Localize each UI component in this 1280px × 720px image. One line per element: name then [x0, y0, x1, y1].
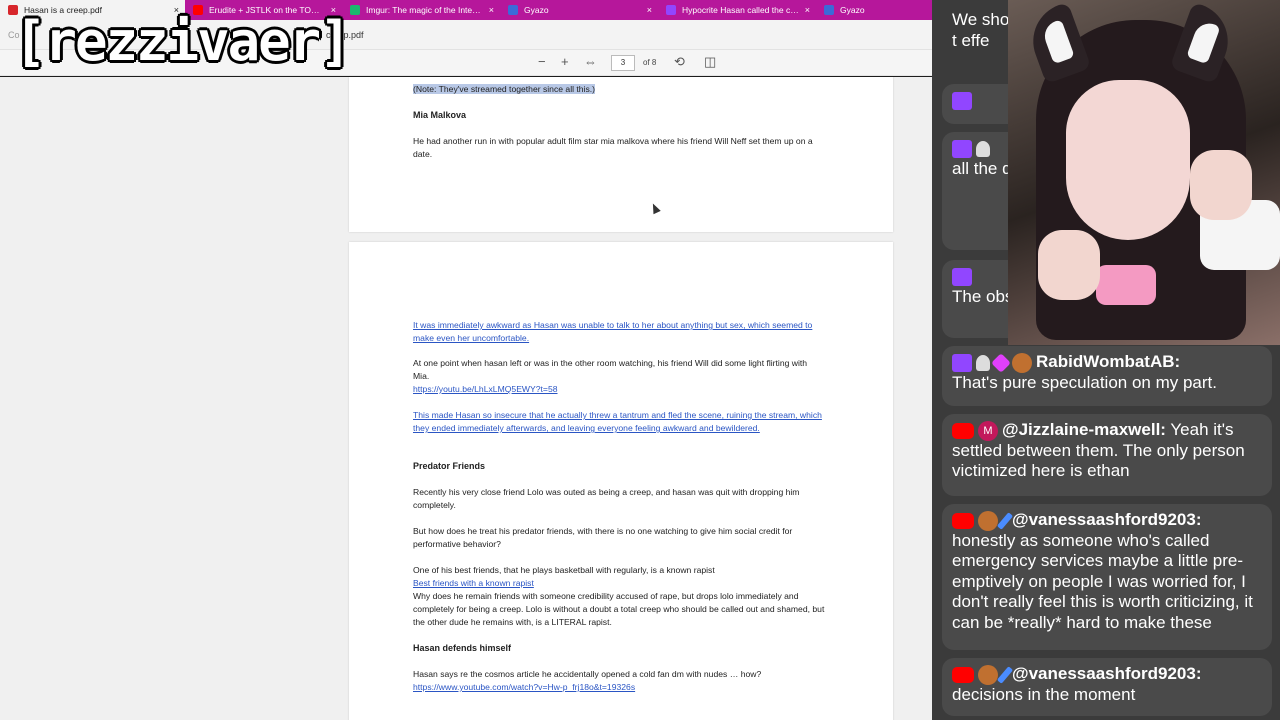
fit-page-button[interactable]: ⇔ — [584, 55, 597, 69]
zoom-out-button[interactable]: − — [538, 55, 546, 69]
youtube-icon — [952, 512, 974, 529]
close-icon[interactable]: × — [805, 5, 810, 15]
avatar — [978, 664, 998, 685]
chat-text: That's pure speculation on my part. — [952, 372, 1217, 392]
paragraph: But how does he treat his predator frien… — [413, 526, 793, 549]
webcam-hand — [1038, 230, 1100, 300]
twitch-icon — [666, 5, 676, 15]
chat-username: RabidWombatAB: — [1036, 352, 1181, 371]
tab-label: Imgur: The magic of the Internet — [366, 5, 483, 15]
webcam-face — [1066, 80, 1190, 240]
section-heading: Hasan defends himself — [413, 643, 512, 653]
pdf-url-link[interactable]: https://youtu.be/LhLxLMQ5EWY?t=58 — [413, 383, 825, 396]
close-icon[interactable]: × — [489, 5, 494, 15]
chat-username: @vanessaashford9203: — [1012, 510, 1202, 529]
wrench-icon — [996, 665, 1014, 684]
imgur-icon — [350, 5, 360, 15]
person-icon — [976, 140, 990, 157]
pdf-viewer[interactable]: (Note: They've streamed together since a… — [0, 77, 932, 720]
paragraph: Why does he remain friends with someone … — [413, 591, 825, 627]
chat-message: @vanessaashford9203: honestly as someone… — [942, 504, 1272, 650]
pdf-page: It was immediately awkward as Hasan was … — [349, 242, 893, 720]
paragraph: One of his best friends, that he plays b… — [413, 565, 715, 575]
avatar: M — [978, 420, 998, 441]
pdf-link[interactable]: It was immediately awkward as Hasan was … — [413, 319, 825, 345]
tab-hypocrite-hasan[interactable]: Hypocrite Hasan called the cops × — [658, 0, 816, 20]
note-line: (Note: They've streamed together since a… — [413, 83, 825, 96]
bow-icon — [1096, 265, 1156, 305]
wrench-icon — [996, 511, 1014, 530]
chat-message: M @Jizzlaine-maxwell: Yeah it's settled b… — [942, 414, 1272, 496]
page-number-input[interactable]: 3 — [611, 55, 635, 71]
youtube-icon — [952, 666, 974, 683]
chat-message: @vanessaashford9203: decisions in the mo… — [942, 658, 1272, 716]
avatar — [1012, 352, 1032, 373]
tab-label: Gyazo — [840, 5, 865, 15]
paragraph: Recently his very close friend Lolo was … — [413, 487, 800, 510]
tab-gyazo-2[interactable]: Gyazo — [816, 0, 932, 20]
section-heading: Mia Malkova — [413, 110, 467, 120]
paragraph: At one point when hasan left or was in t… — [413, 358, 808, 381]
pdf-url-link[interactable]: https://www.youtube.com/watch?v=Hw-p_frj… — [413, 681, 825, 694]
pdf-link[interactable]: Best friends with a known rapist — [413, 577, 825, 590]
tab-gyazo-1[interactable]: Gyazo × — [500, 0, 658, 20]
zoom-in-button[interactable]: + — [561, 55, 569, 69]
page-view-button[interactable]: ◫ — [704, 55, 716, 69]
chat-text: decisions in the moment — [952, 684, 1136, 704]
person-icon — [976, 354, 990, 371]
chat-text: honestly as someone who's called emergen… — [952, 530, 1253, 632]
tab-label: Hypocrite Hasan called the cops — [682, 5, 799, 15]
gyazo-icon — [824, 5, 834, 15]
highlighted-text: (Note: They've streamed together since a… — [413, 84, 596, 94]
screen: Hasan is a creep.pdf × Erudite + JSTLK o… — [0, 0, 1280, 720]
close-icon[interactable]: × — [647, 5, 652, 15]
channel-name-overlay: [rezzivaer] — [14, 10, 352, 73]
twitch-icon — [952, 267, 972, 286]
chat-username: @Jizzlaine-maxwell: — [1002, 420, 1166, 439]
avatar — [978, 510, 998, 531]
rotate-button[interactable]: ⟲ — [674, 55, 685, 69]
chat-message: RabidWombatAB: That's pure speculation o… — [942, 346, 1272, 406]
webcam-feed — [1008, 0, 1280, 345]
twitch-icon — [952, 353, 972, 372]
tab-label: Gyazo — [524, 5, 549, 15]
twitch-icon — [952, 91, 972, 110]
page-count: of 8 — [643, 58, 657, 67]
pdf-page: (Note: They've streamed together since a… — [349, 77, 893, 232]
twitch-icon — [952, 139, 972, 158]
chat-username: @vanessaashford9203: — [1012, 664, 1202, 683]
section-heading: Predator Friends — [413, 461, 486, 471]
youtube-icon — [952, 422, 974, 439]
pdf-link[interactable]: This made Hasan so insecure that he actu… — [413, 409, 825, 435]
paragraph: Hasan says re the cosmos article he acci… — [413, 669, 762, 679]
paragraph: He had another run in with popular adult… — [413, 136, 813, 159]
tab-imgur[interactable]: Imgur: The magic of the Internet × — [342, 0, 500, 20]
gyazo-icon — [508, 5, 518, 15]
webcam-hand — [1190, 150, 1252, 220]
gem-badge-icon — [991, 352, 1011, 373]
